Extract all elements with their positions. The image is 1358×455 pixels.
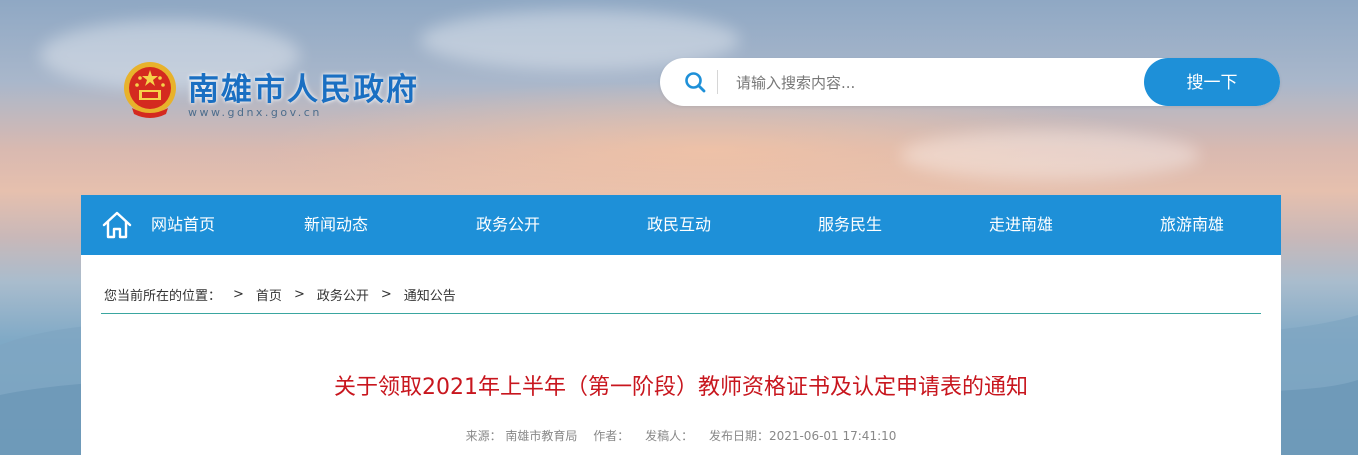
nav-item-interaction[interactable]: 政民互动 — [647, 195, 711, 255]
search-divider — [717, 70, 718, 94]
article-title: 关于领取2021年上半年（第一阶段）教师资格证书及认定申请表的通知 — [334, 375, 1028, 400]
nav-item-about[interactable]: 走进南雄 — [989, 195, 1053, 255]
nav-item-government-affairs[interactable]: 政务公开 — [476, 195, 540, 255]
breadcrumb: 您当前所在的位置： > 首页 > 政务公开 > 通知公告 — [104, 285, 456, 304]
article-source: 来源： 南雄市教育局 — [465, 429, 578, 443]
site-domain: www.gdnx.gov.cn — [188, 106, 322, 119]
article-meta: 来源： 南雄市教育局 作者： 发稿人： 发布日期：2021-06-01 17:4… — [81, 427, 1281, 444]
national-emblem-icon — [124, 62, 176, 118]
breadcrumb-divider — [101, 313, 1261, 314]
nav-item-home[interactable]: 网站首页 — [151, 195, 215, 255]
nav-item-tourism[interactable]: 旅游南雄 — [1160, 195, 1224, 255]
site-title[interactable]: 南雄市人民政府 — [188, 64, 419, 109]
nav-item-services[interactable]: 服务民生 — [818, 195, 882, 255]
breadcrumb-item-home[interactable]: 首页 — [256, 285, 282, 304]
search-button[interactable]: 搜一下 — [1144, 58, 1280, 106]
search-input[interactable] — [734, 66, 1138, 100]
main-nav: 网站首页 新闻动态 政务公开 政民互动 服务民生 走进南雄 旅游南雄 — [81, 195, 1281, 255]
breadcrumb-item-government-affairs[interactable]: 政务公开 — [317, 285, 369, 304]
nav-item-news[interactable]: 新闻动态 — [304, 195, 368, 255]
breadcrumb-item-notices[interactable]: 通知公告 — [404, 285, 456, 304]
home-icon[interactable] — [101, 210, 133, 240]
cloud — [900, 130, 1200, 180]
breadcrumb-separator: > — [233, 287, 244, 302]
article-author: 作者： — [593, 429, 630, 443]
article-date: 发布日期：2021-06-01 17:41:10 — [708, 429, 897, 443]
breadcrumb-prefix: 您当前所在的位置： — [104, 289, 222, 304]
search-box: 搜一下 — [660, 58, 1280, 106]
search-icon[interactable] — [684, 71, 706, 93]
breadcrumb-separator: > — [380, 287, 392, 302]
content-panel: 您当前所在的位置： > 首页 > 政务公开 > 通知公告 关于领取2021年上半… — [81, 255, 1281, 455]
article-submitter: 发稿人： — [645, 429, 694, 443]
page: 南雄市人民政府 www.gdnx.gov.cn 搜一下 网站首页 新闻动态 政务… — [0, 0, 1358, 455]
breadcrumb-separator: > — [293, 287, 305, 302]
